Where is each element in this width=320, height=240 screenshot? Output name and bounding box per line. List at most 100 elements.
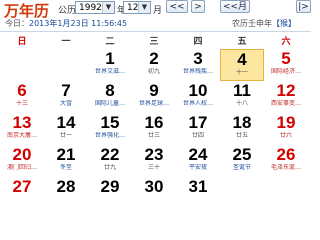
day-cell[interactable]: 19 廿六: [264, 113, 308, 145]
day-cell[interactable]: 20 澳门回归…: [0, 145, 44, 177]
day-cell[interactable]: 26 毛泽东诞…: [264, 145, 308, 177]
prev-year-button[interactable]: <<: [166, 0, 188, 13]
day-cell[interactable]: 23 三十: [132, 145, 176, 177]
day-number: 22: [100, 145, 120, 164]
prev-month-button[interactable]: >: [191, 0, 205, 13]
prev-month-nav-button[interactable]: <<月: [220, 0, 250, 13]
lunar-or-festival-label: 平安夜: [188, 164, 207, 171]
weekday-mon: 一: [61, 37, 71, 47]
lunar-or-festival-label: 毛泽东诞…: [270, 164, 301, 171]
day-cell[interactable]: 17 廿四: [176, 113, 220, 145]
day-cell[interactable]: 2 初九: [132, 49, 176, 81]
day-number: 18: [232, 113, 252, 132]
day-number: 13: [12, 113, 32, 132]
weekday-thu: 四: [193, 37, 203, 47]
lunar-or-festival-label: 世界强化…: [94, 132, 125, 139]
day-number: 27: [12, 177, 32, 196]
day-number: 23: [144, 145, 164, 164]
weekday-sat: 六: [281, 37, 291, 47]
day-number: 7: [61, 81, 71, 100]
day-cell[interactable]: 3 世界残疾…: [176, 49, 220, 81]
day-cell[interactable]: 30: [132, 177, 176, 209]
weekday-sun: 日: [17, 37, 27, 47]
month-value: 12: [127, 3, 139, 13]
day-cell[interactable]: 13 南京大屠…: [0, 113, 44, 145]
day-number: 4: [237, 50, 247, 69]
day-cell[interactable]: 14 廿一: [44, 113, 88, 145]
day-cell[interactable]: 4 十一: [220, 49, 264, 81]
today-prefix: 今日：: [5, 19, 29, 28]
today-info: 今日：2013年1月23日 11:56:45: [5, 18, 127, 29]
calendar-type-label: 公历: [58, 6, 77, 16]
day-cell[interactable]: 31: [176, 177, 220, 209]
day-number: 19: [276, 113, 296, 132]
day-cell[interactable]: 9 世界足球…: [132, 81, 176, 113]
zodiac-link[interactable]: 【猴】: [272, 19, 296, 28]
day-cell[interactable]: 22 廿九: [88, 145, 132, 177]
empty-cell: [0, 49, 44, 81]
month-unit: 月: [153, 6, 163, 16]
day-number: 6: [17, 81, 27, 100]
empty-cell: [264, 177, 308, 209]
day-number: 12: [276, 81, 296, 100]
chevron-down-icon: ▼: [138, 2, 150, 13]
day-number: 20: [12, 145, 32, 164]
day-number: 15: [100, 113, 120, 132]
lunar-or-festival-label: 廿四: [191, 132, 204, 139]
day-cell[interactable]: 28: [44, 177, 88, 209]
day-cell[interactable]: 6 十三: [0, 81, 44, 113]
day-number: 8: [105, 81, 115, 100]
day-number: 11: [233, 81, 251, 100]
day-number: 9: [149, 81, 159, 100]
day-cell[interactable]: 1 世界艾滋…: [88, 49, 132, 81]
day-cell[interactable]: 27: [0, 177, 44, 209]
lunar-or-festival-label: 廿九: [103, 164, 116, 171]
day-number: 26: [276, 145, 296, 164]
next-button[interactable]: |>: [296, 0, 311, 13]
day-cell[interactable]: 12 西安事变…: [264, 81, 308, 113]
day-number: 3: [193, 49, 203, 68]
lunar-or-festival-label: 国际儿童…: [94, 100, 125, 107]
day-number: 10: [188, 81, 208, 100]
day-number: 2: [149, 49, 159, 68]
lunar-or-festival-label: 世界足球…: [138, 100, 169, 107]
year-value: 1992: [79, 3, 102, 13]
day-cell[interactable]: 29: [88, 177, 132, 209]
day-number: 24: [188, 145, 208, 164]
calendar-grid: 日 一 二 三 四 五 六 1 世界艾滋… 2 初九 3 世界残疾… 4 十一 5 国际经济… 6 十…: [0, 31, 311, 209]
calendar-toolbar: 万年历 公历 1992 ▼ 年 12 ▼ 月 << > <<月 |> 今日：20…: [0, 0, 311, 31]
day-cell[interactable]: 11 十八: [220, 81, 264, 113]
empty-cell: [44, 49, 88, 81]
day-cell[interactable]: 10 世界人权…: [176, 81, 220, 113]
day-number: 14: [56, 113, 76, 132]
day-cell[interactable]: 21 冬至: [44, 145, 88, 177]
lunar-or-festival-label: 廿五: [235, 132, 248, 139]
lunar-or-festival-label: 十八: [235, 100, 248, 107]
lunar-or-festival-label: 圣诞节: [232, 164, 251, 171]
lunar-or-festival-label: 大雪: [59, 100, 72, 107]
day-number: 29: [100, 177, 120, 196]
day-number: 31: [188, 177, 208, 196]
day-cell[interactable]: 5 国际经济…: [264, 49, 308, 81]
day-number: 16: [144, 113, 164, 132]
day-number: 30: [144, 177, 164, 196]
lunar-year-text: 农历壬申年: [232, 19, 272, 28]
day-number: 1: [105, 49, 115, 68]
lunar-year-info: 农历壬申年【猴】: [232, 18, 296, 29]
day-cell[interactable]: 8 国际儿童…: [88, 81, 132, 113]
day-cell[interactable]: 24 平安夜: [176, 145, 220, 177]
empty-cell: [220, 177, 264, 209]
day-cell[interactable]: 25 圣诞节: [220, 145, 264, 177]
today-timestamp: 2013年1月23日 11:56:45: [29, 19, 128, 28]
year-select[interactable]: 1992 ▼: [75, 1, 115, 14]
day-cell[interactable]: 16 廿三: [132, 113, 176, 145]
day-cell[interactable]: 7 大雪: [44, 81, 88, 113]
month-select[interactable]: 12 ▼: [123, 1, 151, 14]
lunar-or-festival-label: 廿六: [279, 132, 292, 139]
day-number: 25: [232, 145, 252, 164]
lunar-or-festival-label: 南京大屠…: [6, 132, 37, 139]
weekday-header: 日 一 二 三 四 五 六: [0, 31, 311, 47]
day-cell[interactable]: 18 廿五: [220, 113, 264, 145]
day-cell[interactable]: 15 世界强化…: [88, 113, 132, 145]
lunar-or-festival-label: 冬至: [59, 164, 72, 171]
